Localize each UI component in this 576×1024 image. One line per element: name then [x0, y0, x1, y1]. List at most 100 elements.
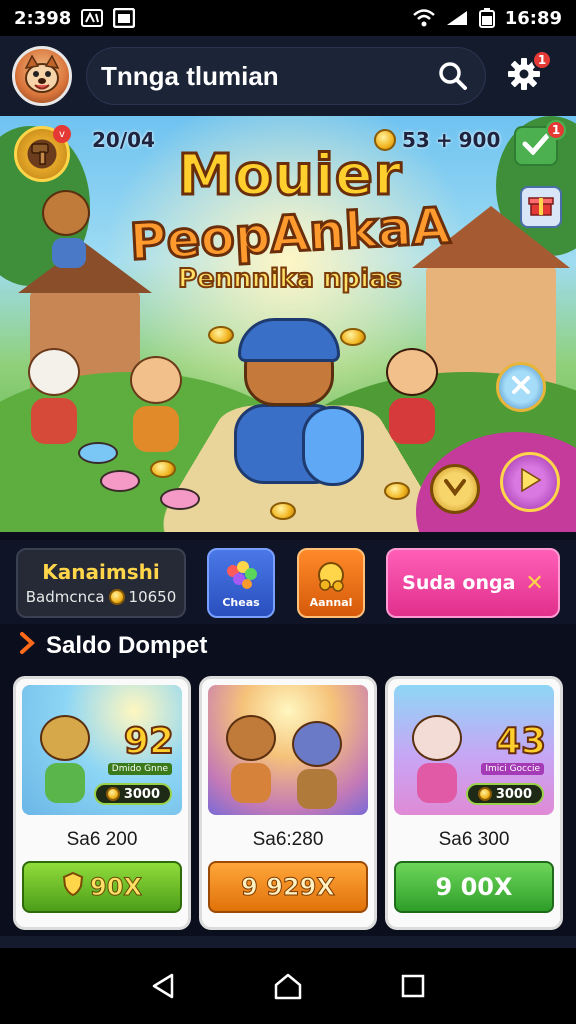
promo-button[interactable]: Suda onga ✕	[386, 548, 560, 618]
level-badge: v	[53, 125, 71, 143]
character-pink	[412, 715, 472, 805]
character-cow	[24, 348, 84, 448]
chevron-down-icon	[443, 477, 467, 501]
card-image	[208, 685, 368, 815]
balloons-icon	[221, 558, 261, 594]
coin-bag-icon	[311, 558, 351, 594]
wallet-cards: 92 Dmido Gnne 3000 Sa6 200 90X Sa6:280 9…	[0, 676, 576, 936]
character-knight	[292, 721, 352, 811]
game-title-line1: Mouier	[176, 143, 403, 208]
checkin-button[interactable]: 1	[514, 120, 566, 166]
buy-label: 90X	[90, 873, 143, 902]
card-price-pill: 3000	[93, 783, 172, 805]
card-image: 92 Dmido Gnne 3000	[22, 685, 182, 815]
buy-button[interactable]: 9 00X	[394, 861, 554, 913]
card-image: 43 Imici Goccie 3000	[394, 685, 554, 815]
wallet-card[interactable]: 43 Imici Goccie 3000 Sa6 300 9 00X	[385, 676, 563, 930]
notification-badge: 1	[532, 50, 552, 70]
card-label: Sa6 300	[438, 829, 510, 850]
card-big-text: 92	[123, 720, 175, 763]
gem-decoration	[160, 488, 200, 510]
sim-icon	[81, 9, 104, 27]
gift-button[interactable]	[520, 186, 562, 228]
window-icon	[113, 8, 136, 28]
close-icon	[510, 374, 532, 400]
header-title: Tnnga tlumian	[101, 60, 279, 91]
search-icon[interactable]	[435, 58, 471, 94]
wallet-subtitle-text: Badmcnca	[25, 588, 105, 606]
avatar[interactable]	[12, 46, 72, 106]
coin-icon	[105, 787, 120, 801]
coin-decoration	[270, 502, 296, 520]
shield-icon	[62, 871, 84, 903]
coin-icon	[477, 787, 492, 801]
status-clock: 16:89	[504, 7, 562, 29]
wallet-card[interactable]: Sa6:280 9 929X	[199, 676, 377, 930]
app-header: Tnnga tlumian 1	[0, 36, 576, 116]
gift-icon	[528, 193, 554, 221]
promo-label: Suda onga	[402, 572, 516, 594]
hero-character	[214, 318, 364, 516]
character-dog	[40, 715, 100, 805]
back-icon[interactable]	[143, 966, 183, 1006]
close-button[interactable]	[496, 362, 546, 412]
close-icon[interactable]: ✕	[525, 571, 543, 596]
check-icon	[522, 133, 550, 159]
chevron-right-icon	[18, 631, 36, 662]
buy-label: 9 929X	[241, 873, 336, 902]
annual-button[interactable]: Aannal	[297, 548, 365, 618]
checkin-badge: 1	[546, 120, 566, 140]
confirm-button[interactable]	[430, 464, 480, 514]
character-kid	[126, 356, 186, 456]
chest-label: Cheas	[222, 595, 260, 609]
navigation-bar	[0, 948, 576, 1024]
annual-label: Aannal	[309, 595, 353, 609]
coin-decoration	[340, 328, 366, 346]
status-bar: 2:398 16:89	[0, 0, 576, 36]
wallet-button[interactable]: Kanaimshi Badmcnca 10650	[16, 548, 186, 618]
wifi-icon	[412, 9, 435, 27]
wallet-amount: 10650	[128, 588, 177, 606]
section-title: Saldo Dompet	[46, 632, 208, 659]
card-price: 3000	[123, 786, 160, 802]
search-bar[interactable]: Tnnga tlumian	[86, 47, 486, 105]
settings-button[interactable]: 1	[502, 50, 552, 98]
game-title-line2: PeopAnkaA	[127, 195, 453, 273]
card-price: 3000	[495, 786, 532, 802]
status-time: 2:398	[14, 7, 72, 29]
chest-button[interactable]: Cheas	[207, 548, 275, 618]
action-bar: Kanaimshi Badmcnca 10650 Cheas Aannal Su…	[0, 540, 576, 624]
home-icon[interactable]	[268, 966, 308, 1006]
recents-icon[interactable]	[393, 966, 433, 1006]
coin-decoration	[208, 326, 234, 344]
card-label: Sa6 200	[66, 829, 138, 850]
gem-decoration	[78, 442, 118, 464]
hammer-icon	[28, 138, 56, 170]
wallet-title: Kanaimshi	[42, 560, 160, 584]
level-button[interactable]: v	[14, 125, 71, 182]
coin-icon	[108, 589, 125, 605]
wallet-card[interactable]: 92 Dmido Gnne 3000 Sa6 200 90X	[13, 676, 191, 930]
buy-label: 9 00X	[435, 873, 513, 901]
card-label: Sa6:280	[252, 829, 324, 850]
card-price-pill: 3000	[465, 783, 544, 805]
game-title: Mouier PeopAnkaA Pennnika npias	[110, 143, 470, 295]
buy-button[interactable]: 90X	[22, 861, 182, 913]
signal-icon	[445, 9, 469, 27]
coin-decoration	[150, 460, 176, 478]
card-big-text: 43	[495, 720, 547, 763]
coin-decoration	[384, 482, 410, 500]
game-banner[interactable]: v 20/04 53 + 900 1 Mouier PeopAnkaA Penn…	[0, 116, 576, 532]
card-ribbon: Dmido Gnne	[107, 763, 172, 775]
flying-character	[42, 190, 102, 270]
play-button[interactable]	[500, 452, 560, 512]
bottom-strip	[0, 936, 576, 948]
character-boy	[382, 348, 442, 448]
battery-icon	[478, 8, 495, 28]
buy-button[interactable]: 9 929X	[208, 861, 368, 913]
card-ribbon: Imici Goccie	[481, 763, 544, 775]
gem-decoration	[100, 470, 140, 492]
wallet-subtitle: Badmcnca 10650	[26, 588, 177, 606]
section-header: Saldo Dompet	[18, 626, 207, 666]
play-icon	[517, 466, 543, 498]
